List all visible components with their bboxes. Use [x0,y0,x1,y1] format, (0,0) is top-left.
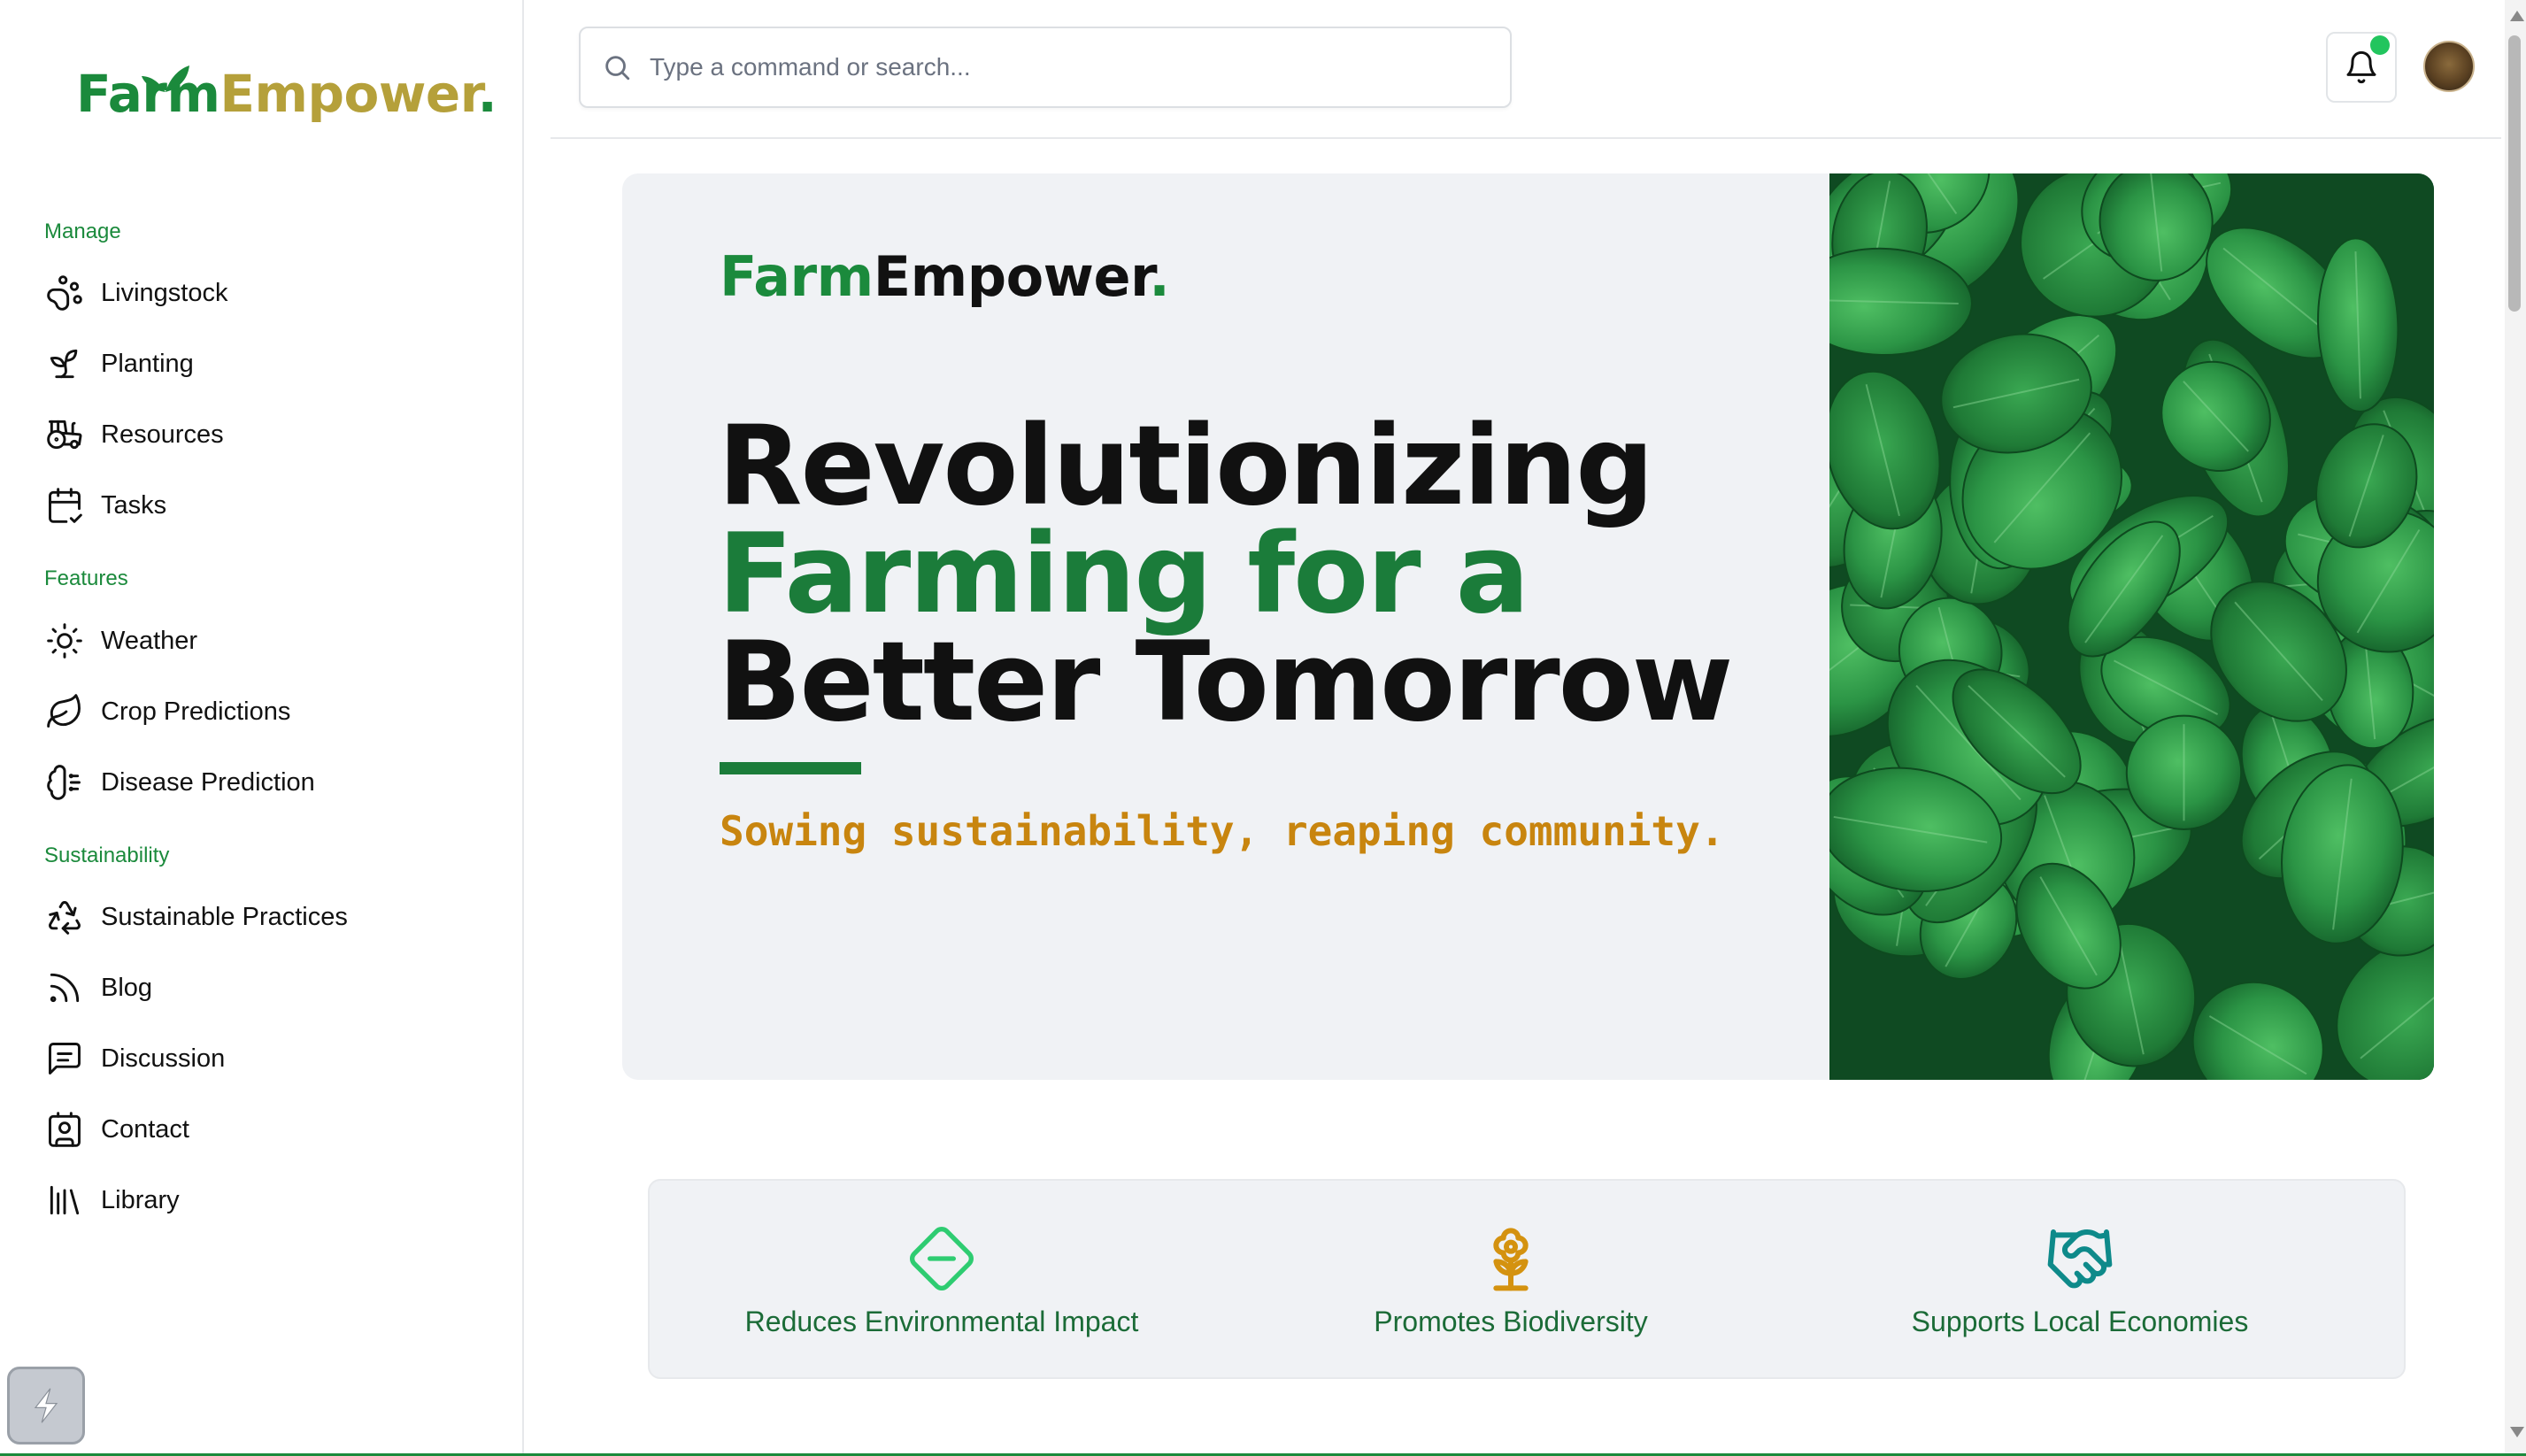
sidebar-item-label: Blog [101,973,153,1002]
sidebar-item-livingstock[interactable]: Livingstock [44,268,487,318]
hero-brand-logo: FarmEmpower. [720,244,1170,309]
sidebar-item-label: Resources [101,420,224,449]
header-divider [551,137,2501,139]
sidebar-item-library[interactable]: Library [44,1175,487,1225]
scroll-down-arrow[interactable] [2510,1427,2524,1437]
search-input[interactable] [650,53,1446,81]
leaves-illustration [1829,173,2434,1080]
sidebar-item-label: Livingstock [101,278,228,307]
message-icon [44,1038,85,1079]
section-label-manage: Manage [44,220,121,243]
command-search[interactable] [579,27,1512,108]
features-strip: Reduces Environmental Impact Promotes Bi… [648,1179,2406,1379]
sidebar-item-planting[interactable]: Planting [44,339,487,389]
sidebar-item-sustainable-practices[interactable]: Sustainable Practices [44,892,487,942]
bell-icon [2346,50,2376,84]
hero-banner: FarmEmpower. Revolutionizing Farming for… [622,173,2434,1080]
sidebar-item-label: Planting [101,349,194,378]
tractor-icon [44,414,85,455]
paw-icon [44,273,85,313]
sidebar-item-contact[interactable]: Contact [44,1105,487,1154]
search-icon [605,56,630,81]
scroll-up-arrow[interactable] [2510,11,2524,21]
diamond-minus-icon [910,1227,974,1290]
sun-icon [44,620,85,661]
sidebar-item-label: Tasks [101,490,167,520]
headline-line-1: Revolutionizing [718,403,1654,530]
feature-label: Reduces Environmental Impact [744,1306,1139,1337]
sidebar-item-label: Disease Prediction [101,767,315,797]
sidebar-item-crop-predictions[interactable]: Crop Predictions [44,687,487,736]
extension-widget-button[interactable] [7,1367,85,1444]
logo-leaf-icon [142,65,189,92]
sidebar-item-blog[interactable]: Blog [44,963,487,1013]
feature-environment: Reduces Environmental Impact [694,1223,1190,1338]
feature-label: Promotes Biodiversity [1374,1306,1648,1337]
sidebar-item-resources[interactable]: Resources [44,410,487,459]
user-avatar[interactable] [2423,41,2475,92]
headline-line-3: Better Tomorrow [718,619,1733,746]
headline-accent-bar [720,762,861,774]
sidebar-item-tasks[interactable]: Tasks [44,481,487,530]
sidebar-item-weather[interactable]: Weather [44,616,487,666]
leaf-icon [44,691,85,732]
sprout-icon [44,343,85,384]
library-icon [44,1180,85,1221]
feature-local-economies: Supports Local Economies [1832,1223,2328,1338]
sidebar: FarmEmpower. Manage Livingstock Planting… [0,0,524,1456]
rss-icon [44,967,85,1008]
sidebar-item-label: Weather [101,626,198,655]
recycle-icon [44,897,85,937]
notification-badge [2370,35,2390,55]
sidebar-item-label: Discussion [101,1044,226,1073]
contact-icon [44,1109,85,1150]
hero-headline: Revolutionizing Farming for a Better Tom… [718,403,1733,746]
section-label-sustainability: Sustainability [44,844,170,867]
feature-biodiversity: Promotes Biodiversity [1263,1223,1759,1338]
sidebar-item-label: Sustainable Practices [101,902,348,931]
sidebar-item-discussion[interactable]: Discussion [44,1034,487,1083]
notifications-button[interactable] [2326,32,2397,103]
bolt-icon [34,1388,58,1423]
feature-label: Supports Local Economies [1911,1306,2249,1337]
handshake-icon [2047,1229,2113,1289]
sidebar-item-label: Contact [101,1114,189,1144]
leaves-photo [1829,173,2434,1080]
section-label-features: Features [44,566,128,590]
flower-icon [1493,1228,1529,1291]
scrollbar-thumb[interactable] [2508,35,2521,312]
headline-line-2: Farming for a [718,511,1529,638]
microbe-icon [44,762,85,803]
sidebar-item-disease-prediction[interactable]: Disease Prediction [44,758,487,807]
hero-tagline: Sowing sustainability, reaping community… [720,807,1725,855]
calendar-check-icon [44,485,85,526]
sidebar-item-label: Crop Predictions [101,697,291,726]
sidebar-item-label: Library [101,1185,180,1214]
